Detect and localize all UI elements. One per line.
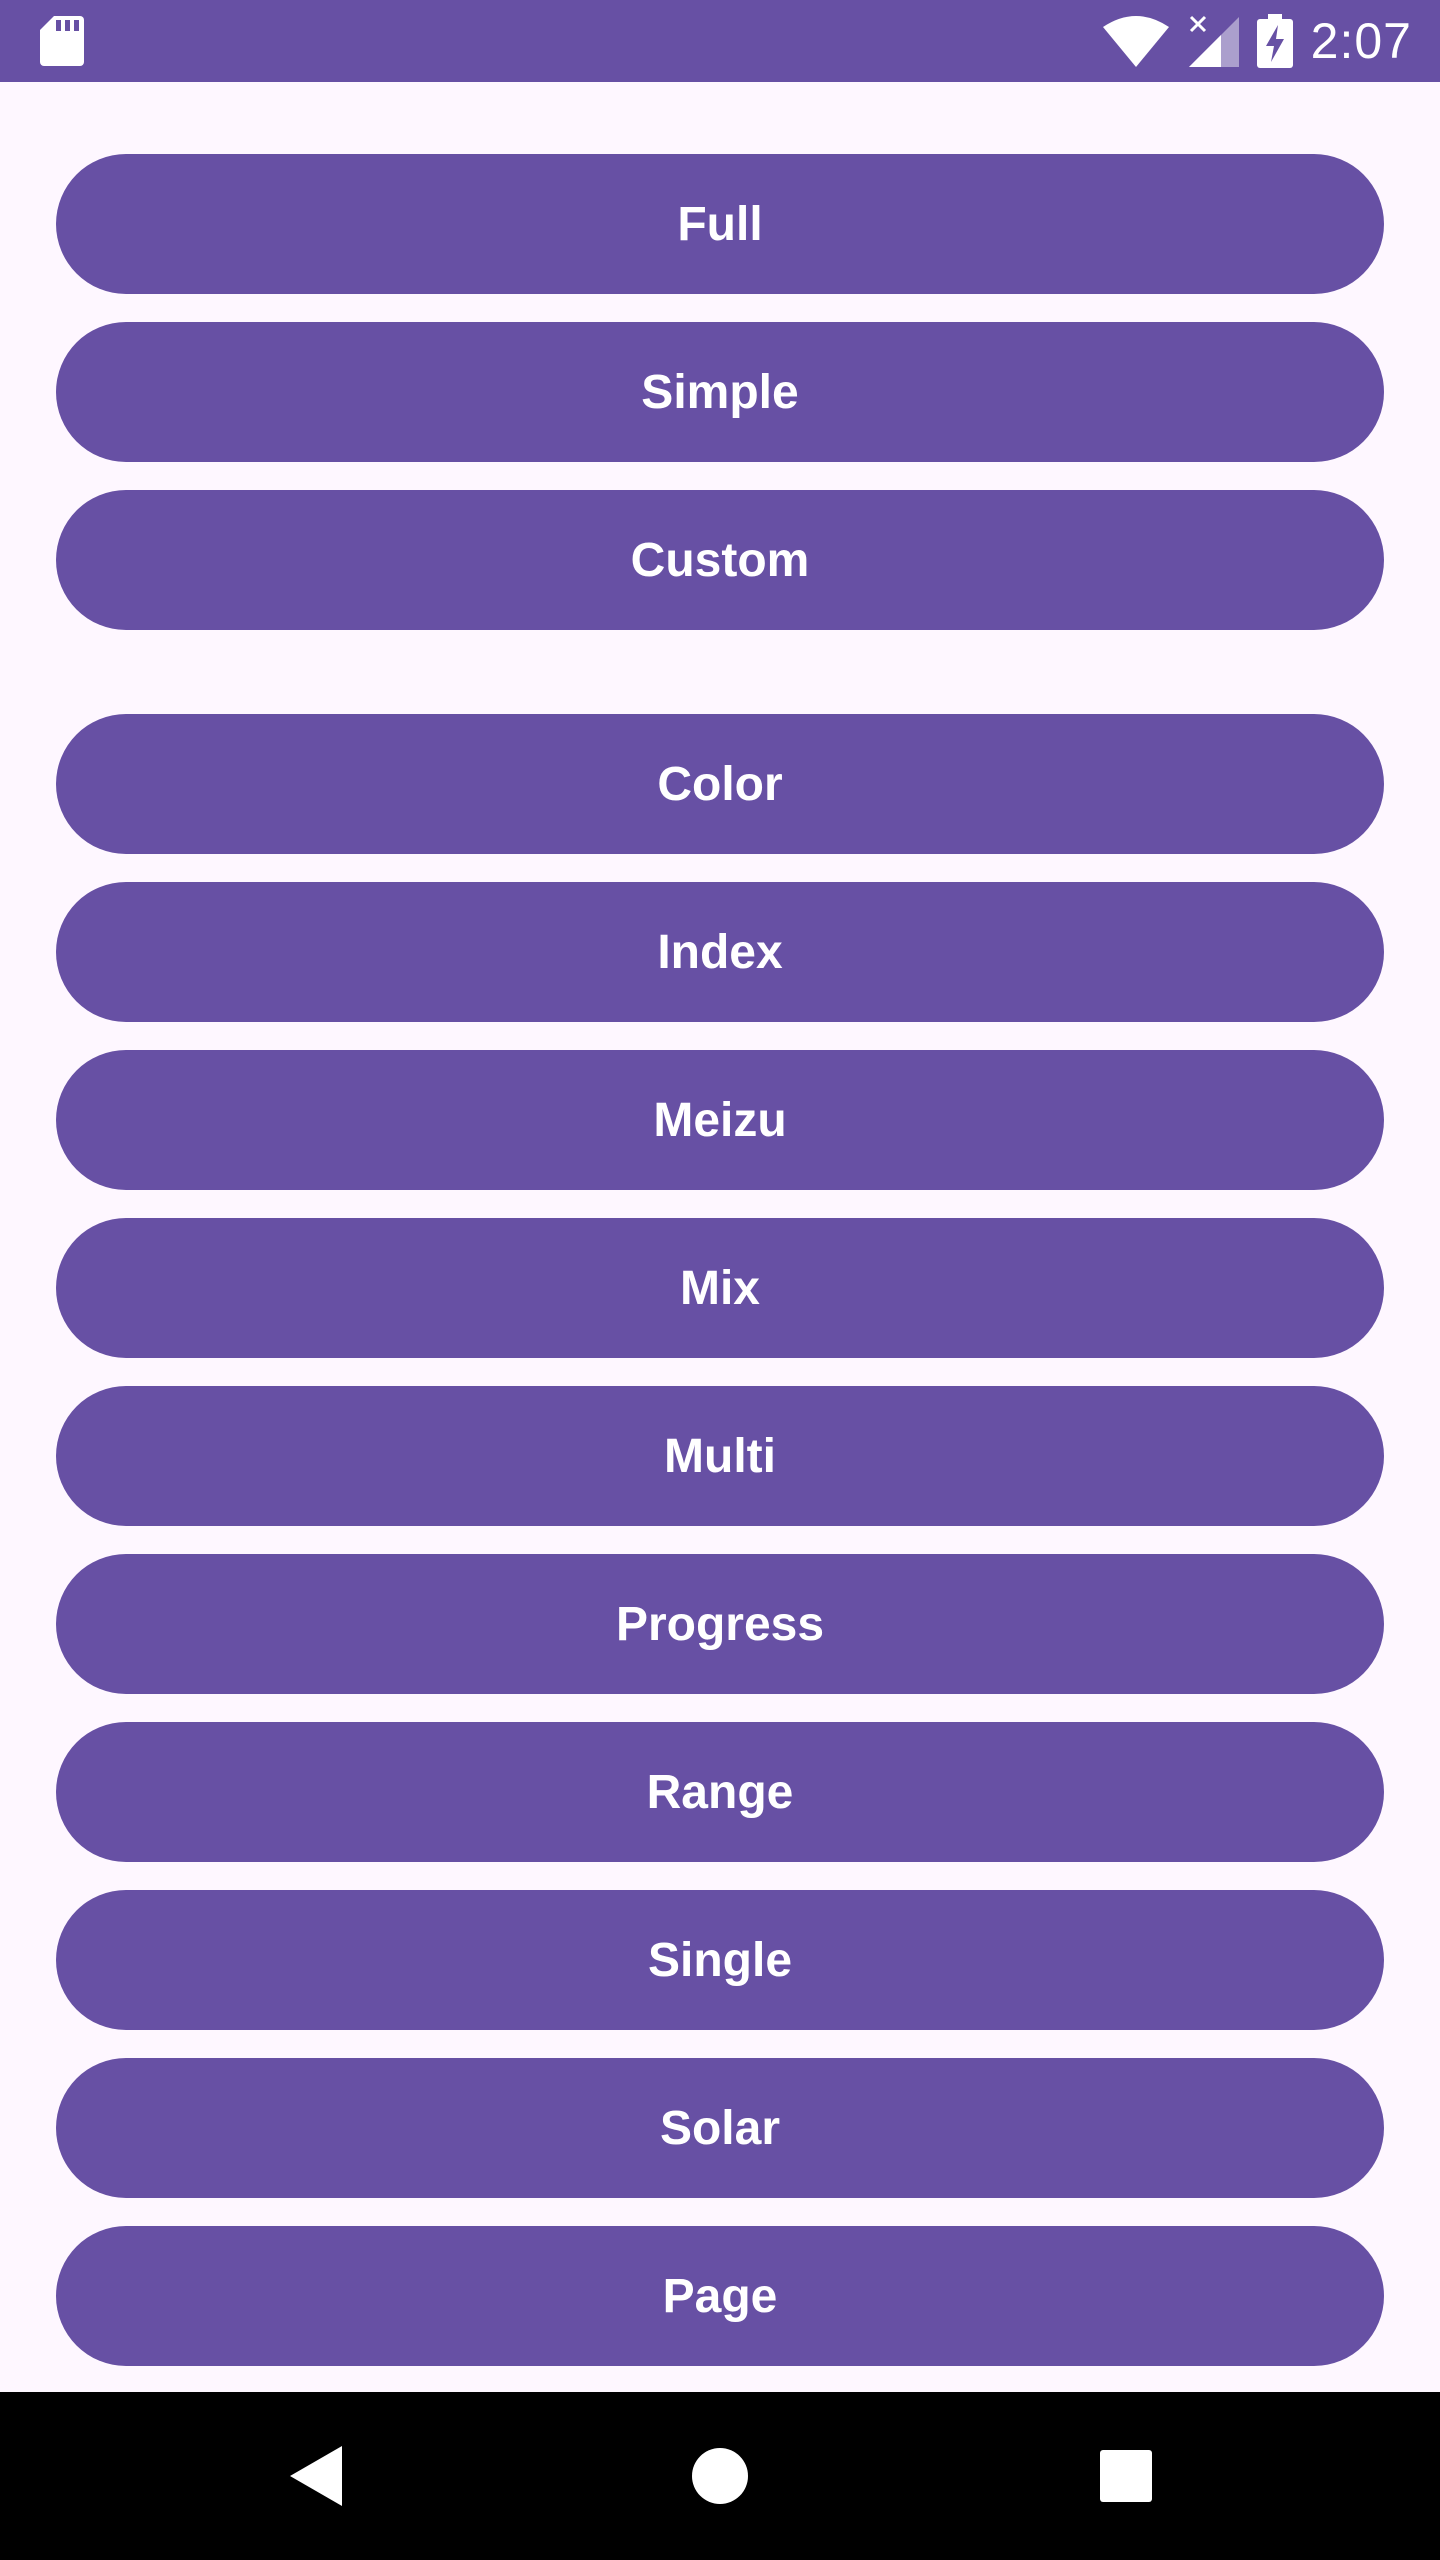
status-time: 2:07 [1310, 13, 1412, 69]
custom-button[interactable]: Custom [56, 490, 1384, 630]
single-button[interactable]: Single [56, 1890, 1384, 2030]
wifi-icon [1102, 16, 1169, 67]
navigation-bar [0, 2392, 1440, 2560]
sd-card-icon [40, 16, 84, 66]
mix-button[interactable]: Mix [56, 1218, 1384, 1358]
battery-charging-icon [1256, 14, 1293, 68]
recents-icon[interactable] [1092, 2442, 1160, 2510]
full-button[interactable]: Full [56, 154, 1384, 294]
page-button[interactable]: Page [56, 2226, 1384, 2366]
index-button[interactable]: Index [56, 882, 1384, 1022]
progress-button[interactable]: Progress [56, 1554, 1384, 1694]
back-icon[interactable] [282, 2442, 350, 2510]
button-list: Full Simple Custom Color Index Meizu Mix… [0, 82, 1440, 2392]
solar-button[interactable]: Solar [56, 2058, 1384, 2198]
status-bar: 2:07 [0, 0, 1440, 82]
home-icon[interactable] [686, 2442, 754, 2510]
color-button[interactable]: Color [56, 714, 1384, 854]
range-button[interactable]: Range [56, 1722, 1384, 1862]
simple-button[interactable]: Simple [56, 322, 1384, 462]
multi-button[interactable]: Multi [56, 1386, 1384, 1526]
signal-icon [1188, 15, 1239, 67]
meizu-button[interactable]: Meizu [56, 1050, 1384, 1190]
